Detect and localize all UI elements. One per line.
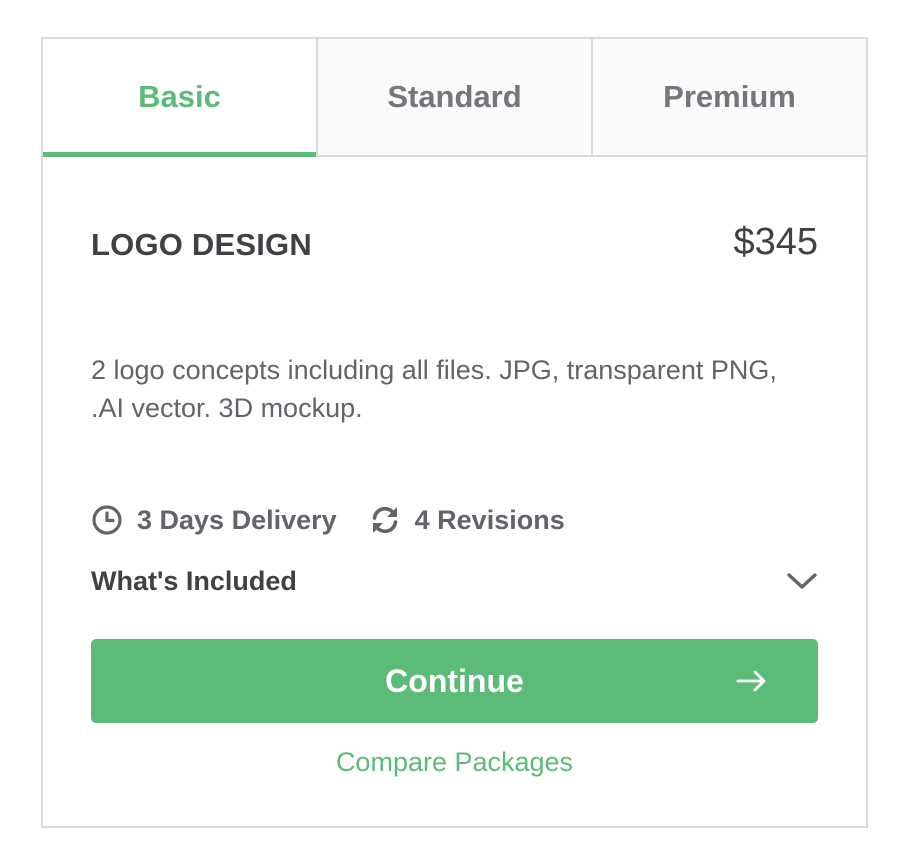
continue-label: Continue [385,662,524,699]
arrow-right-icon [736,669,768,693]
revisions-label: 4 Revisions [414,504,565,535]
package-title: LOGO DESIGN [91,227,312,262]
continue-button[interactable]: Continue [91,639,818,723]
whats-included-label: What's Included [91,565,297,596]
package-description: 2 logo concepts including all files. JPG… [91,355,777,423]
package-meta: 3 Days Delivery 4 Revisions [91,504,597,536]
package-card: Basic Standard Premium LOGO DESIGN $345 … [41,37,868,828]
tab-basic[interactable]: Basic [43,39,316,157]
compare-packages-link[interactable]: Compare Packages [43,747,866,778]
clock-icon [92,505,122,535]
chevron-down-icon [787,573,817,589]
delivery-label: 3 Days Delivery [137,504,337,535]
tab-premium[interactable]: Premium [591,39,866,155]
revisions-info: 4 Revisions [369,504,565,536]
whats-included-toggle[interactable]: What's Included [91,561,818,601]
delivery-info: 3 Days Delivery [91,504,337,536]
package-tabs: Basic Standard Premium [43,39,866,157]
package-price: $345 [733,221,818,263]
refresh-icon [372,506,397,534]
tab-standard[interactable]: Standard [316,39,591,155]
